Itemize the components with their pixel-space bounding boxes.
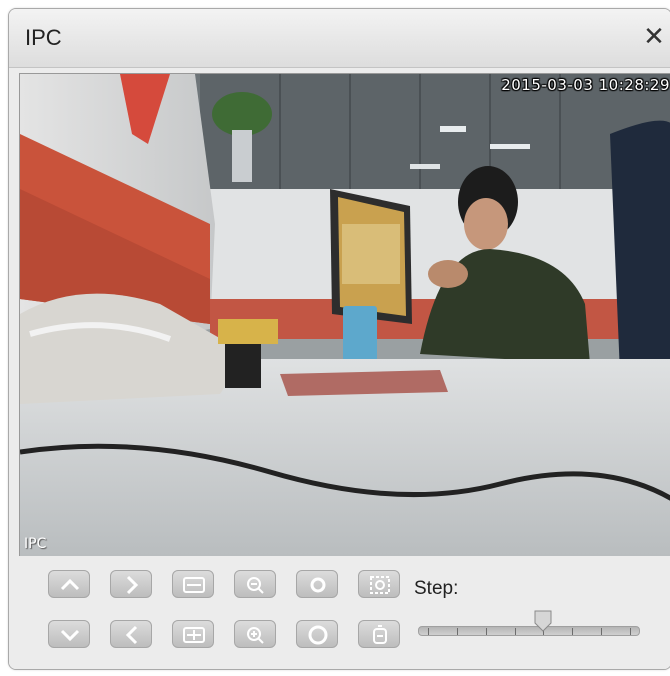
slider-tick [485,628,487,635]
step-label: Step: [414,578,459,599]
camera-image [20,74,670,556]
slider-tick [630,628,631,635]
video-feed[interactable]: 2015-03-03 10:28:29 IPC [19,73,670,556]
auto-focus-button[interactable] [358,570,400,598]
zoom-in-icon [247,627,264,644]
chevron-down-icon [60,629,80,642]
chevron-left-icon [125,625,138,645]
title-bar[interactable]: IPC ✕ [9,9,670,68]
focus-expand-icon [183,577,205,593]
pan-left-button[interactable] [110,620,152,648]
focus-contract-icon [183,627,205,643]
slider-track [418,626,640,636]
iris-close-button[interactable] [296,570,338,598]
close-icon[interactable]: ✕ [641,21,667,51]
chevron-up-icon [60,578,80,591]
iris-large-icon [308,625,328,645]
focus-far-button[interactable] [172,570,214,598]
iris-open-button[interactable] [296,620,338,648]
reset-button[interactable] [358,620,400,648]
lens-reset-icon [373,625,387,644]
slider-tick [514,628,516,635]
auto-focus-icon [370,576,390,594]
slider-tick [456,628,458,635]
slider-thumb[interactable] [534,610,552,632]
slider-tick [601,628,603,635]
focus-near-button[interactable] [172,620,214,648]
step-slider[interactable] [418,610,640,640]
video-timestamp: 2015-03-03 10:28:29 [501,76,670,94]
channel-label: IPC [24,536,47,552]
slider-tick [572,628,574,635]
pan-up-button[interactable] [48,570,90,598]
pan-down-button[interactable] [48,620,90,648]
chevron-right-icon [126,575,139,595]
window-title: IPC [25,25,62,50]
iris-small-icon [310,577,326,593]
ipc-window: IPC ✕ 2015-03-03 10:28:29 IPC [8,8,670,670]
pan-right-button[interactable] [110,570,152,598]
zoom-out-button[interactable] [234,570,276,598]
zoom-out-icon [247,577,264,594]
slider-tick [428,628,429,635]
zoom-in-button[interactable] [234,620,276,648]
